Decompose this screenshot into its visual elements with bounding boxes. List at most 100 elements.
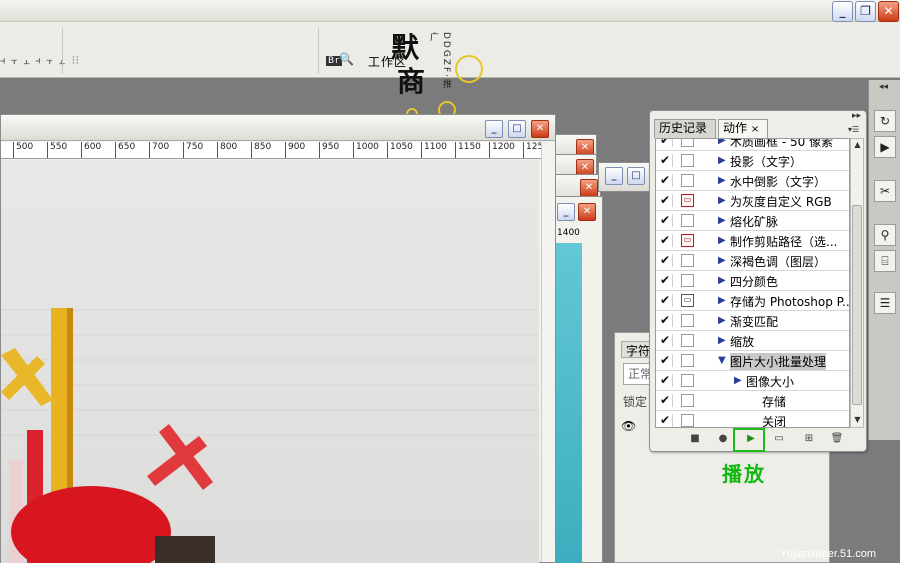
- tools-dock-icon[interactable]: ✂: [874, 180, 896, 202]
- close-button[interactable]: ✕: [578, 203, 596, 221]
- tab-actions[interactable]: 动作 ×: [718, 119, 768, 138]
- collapsed-triangle-icon[interactable]: ▶: [718, 155, 726, 166]
- history-dock-icon[interactable]: ↻: [874, 110, 896, 132]
- close-button[interactable]: ✕: [878, 1, 899, 22]
- restore-button[interactable]: ❐: [855, 1, 876, 22]
- search-icon[interactable]: 🔍: [339, 52, 355, 66]
- toggle-check-icon[interactable]: ✔: [660, 394, 673, 407]
- actions-dock-icon[interactable]: ▶: [874, 136, 896, 158]
- panel-menu-icon[interactable]: ▾☰: [848, 125, 859, 134]
- action-row[interactable]: ✔ ▶ 图像大小: [656, 371, 849, 391]
- dialog-toggle-icon[interactable]: ▭: [681, 194, 694, 207]
- toggle-check-icon[interactable]: ✔: [660, 154, 673, 167]
- dialog-toggle-icon[interactable]: [681, 254, 694, 267]
- clone-dock-icon[interactable]: ⚲: [874, 224, 896, 246]
- toggle-check-icon[interactable]: ✔: [660, 294, 673, 307]
- stacked-window[interactable]: _ □: [598, 162, 652, 192]
- collapsed-triangle-icon[interactable]: ▶: [718, 139, 726, 146]
- minimize-button[interactable]: _: [832, 1, 853, 22]
- collapsed-triangle-icon[interactable]: ▶: [718, 235, 726, 246]
- action-row[interactable]: ✔ ▭ ▶ 为灰度自定义 RGB: [656, 191, 849, 211]
- collapsed-triangle-icon[interactable]: ▶: [718, 175, 726, 186]
- collapsed-triangle-icon[interactable]: ▶: [718, 275, 726, 286]
- canvas-area[interactable]: [556, 243, 582, 563]
- toggle-check-icon[interactable]: ✔: [660, 414, 673, 427]
- toggle-check-icon[interactable]: ✔: [660, 214, 673, 227]
- stamp-dock-icon[interactable]: ⌸: [874, 250, 896, 272]
- dialog-toggle-icon[interactable]: [681, 354, 694, 367]
- collapsed-triangle-icon[interactable]: ▶: [718, 215, 726, 226]
- expanded-triangle-icon[interactable]: ▼: [718, 355, 726, 366]
- collapse-icon[interactable]: ▸▸: [852, 111, 861, 121]
- dialog-toggle-icon[interactable]: [681, 139, 694, 147]
- dialog-toggle-icon[interactable]: [681, 314, 694, 327]
- toggle-check-icon[interactable]: ✔: [660, 354, 673, 367]
- collapsed-triangle-icon[interactable]: ▶: [734, 375, 742, 386]
- distribute-icon[interactable]: ⫶⫶: [72, 54, 80, 68]
- action-row[interactable]: ✔ ▶ 水中倒影（文字）: [656, 171, 849, 191]
- collapse-icon[interactable]: ◂◂: [879, 82, 888, 92]
- toggle-check-icon[interactable]: ✔: [660, 194, 673, 207]
- maximize-button[interactable]: □: [508, 120, 526, 138]
- document-window-secondary[interactable]: _ ✕ 1400: [553, 196, 603, 563]
- maximize-button[interactable]: □: [627, 167, 645, 185]
- minimize-button[interactable]: _: [557, 203, 575, 221]
- action-row[interactable]: ✔ 关闭: [656, 411, 849, 427]
- toggle-check-icon[interactable]: ✔: [660, 139, 673, 147]
- collapsed-triangle-icon[interactable]: ▶: [718, 315, 726, 326]
- action-row[interactable]: ✔ ▶ 四分颜色: [656, 271, 849, 291]
- action-row[interactable]: ✔ ▶ 熔化矿脉: [656, 211, 849, 231]
- toggle-check-icon[interactable]: ✔: [660, 174, 673, 187]
- collapsed-triangle-icon[interactable]: ▶: [718, 335, 726, 346]
- action-row[interactable]: ✔ ▼ 图片大小批量处理: [656, 351, 849, 371]
- action-row[interactable]: ✔ ▶ 木质画框 - 50 像素: [656, 139, 849, 151]
- toggle-check-icon[interactable]: ✔: [660, 334, 673, 347]
- action-row[interactable]: ✔ ▶ 渐变匹配: [656, 311, 849, 331]
- tab-close-icon[interactable]: ×: [751, 124, 759, 135]
- toggle-check-icon[interactable]: ✔: [660, 314, 673, 327]
- stop-icon[interactable]: ■: [687, 432, 703, 446]
- action-row[interactable]: ✔ 存储: [656, 391, 849, 411]
- delete-icon[interactable]: 🗑: [829, 432, 845, 446]
- dialog-toggle-icon[interactable]: [681, 174, 694, 187]
- dialog-toggle-icon[interactable]: [681, 334, 694, 347]
- dialog-toggle-icon[interactable]: [681, 374, 694, 387]
- action-row[interactable]: ✔ ▶ 深褐色调（图层）: [656, 251, 849, 271]
- scroll-thumb[interactable]: [852, 205, 862, 405]
- action-row[interactable]: ✔ ▭ ▶ 存储为 Photoshop P...: [656, 291, 849, 311]
- collapsed-triangle-icon[interactable]: ▶: [718, 295, 726, 306]
- dialog-toggle-icon[interactable]: ▭: [681, 294, 694, 307]
- eye-icon[interactable]: 👁: [621, 419, 636, 433]
- minimize-button[interactable]: _: [485, 120, 503, 138]
- tab-history[interactable]: 历史记录: [654, 119, 716, 138]
- scroll-down-icon[interactable]: ▼: [852, 414, 863, 426]
- layers-dock-icon[interactable]: ☰: [874, 292, 896, 314]
- vertical-scrollbar[interactable]: [541, 142, 555, 562]
- dialog-toggle-icon[interactable]: [681, 274, 694, 287]
- toggle-check-icon[interactable]: ✔: [660, 234, 673, 247]
- action-row[interactable]: ✔ ▶ 投影（文字）: [656, 151, 849, 171]
- document-window: _ □ ✕ 500 550 600 650 700 750 800 850 900 950 1000…: [0, 114, 556, 563]
- close-button[interactable]: ✕: [531, 120, 549, 138]
- toggle-check-icon[interactable]: ✔: [660, 274, 673, 287]
- dialog-toggle-icon[interactable]: [681, 154, 694, 167]
- action-row[interactable]: ✔ ▭ ▶ 制作剪贴路径（选...: [656, 231, 849, 251]
- record-icon[interactable]: ●: [715, 432, 731, 446]
- dialog-toggle-icon[interactable]: [681, 214, 694, 227]
- collapsed-triangle-icon[interactable]: ▶: [718, 255, 726, 266]
- close-button[interactable]: ✕: [580, 179, 598, 197]
- canvas-area[interactable]: [1, 160, 539, 563]
- actions-scrollbar[interactable]: ▲ ▼: [850, 138, 864, 428]
- new-set-icon[interactable]: ▭: [771, 432, 787, 446]
- dialog-toggle-icon[interactable]: [681, 414, 694, 427]
- dialog-toggle-icon[interactable]: ▭: [681, 234, 694, 247]
- toggle-check-icon[interactable]: ✔: [660, 254, 673, 267]
- dialog-toggle-icon[interactable]: [681, 394, 694, 407]
- align-icons[interactable]: ⫞ ⫟ ⫠ ⫞ ⫟ ⫠: [0, 54, 66, 68]
- new-action-icon[interactable]: ⊞: [801, 432, 817, 446]
- scroll-up-icon[interactable]: ▲: [852, 139, 863, 151]
- action-row[interactable]: ✔ ▶ 缩放: [656, 331, 849, 351]
- toggle-check-icon[interactable]: ✔: [660, 374, 673, 387]
- minimize-button[interactable]: _: [605, 167, 623, 185]
- collapsed-triangle-icon[interactable]: ▶: [718, 195, 726, 206]
